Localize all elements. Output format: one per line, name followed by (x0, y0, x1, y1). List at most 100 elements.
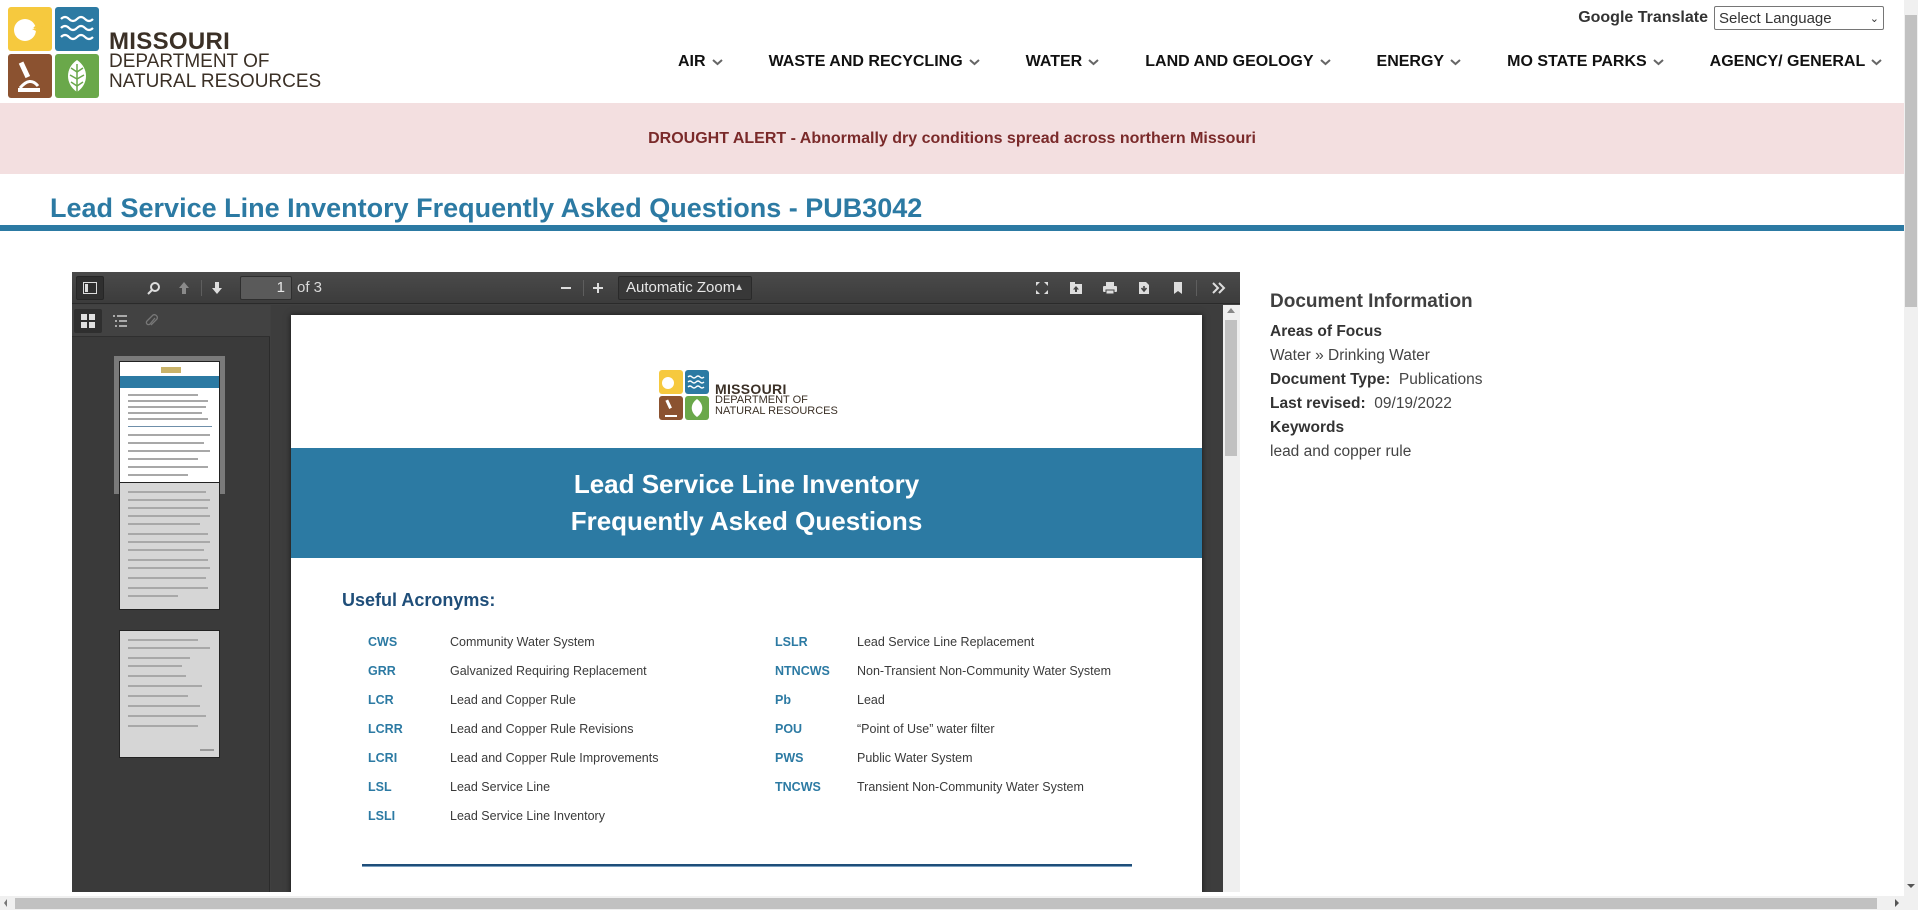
acronym-definition: Lead Service Line Replacement (857, 634, 1035, 649)
pdf-title-line-2: Frequently Asked Questions (570, 506, 923, 536)
acronym: LCR (368, 692, 394, 707)
scroll-left-icon[interactable] (4, 899, 7, 907)
download-button[interactable] (1130, 276, 1158, 300)
pdf-logo-text: MISSOURI DEPARTMENT OF NATURAL RESOURCES (715, 380, 838, 417)
leaf-icon (685, 396, 709, 420)
acronym: LCRI (368, 750, 398, 765)
acronym-definition: Lead and Copper Rule (450, 692, 576, 707)
nav-label: WATER (1025, 53, 1083, 70)
sidebar-tabs (72, 305, 270, 337)
pdf-title-line-1: Lead Service Line Inventory (573, 469, 920, 499)
nav-item-land-and-geology[interactable]: LAND AND GEOLOGY (1145, 53, 1331, 71)
outline-tab[interactable] (106, 309, 134, 333)
thumbnails-tab[interactable] (74, 309, 102, 333)
acronym-row: LSL Lead Service Line (368, 772, 658, 801)
nav-item-water[interactable]: WATER (1026, 53, 1100, 71)
nav-item-air[interactable]: AIR (678, 53, 723, 71)
areas-of-focus-value[interactable]: Water » Drinking Water (1270, 344, 1482, 368)
pdf-logo-line-3: NATURAL RESOURCES (715, 404, 838, 417)
nav-label: AGENCY/ GENERAL (1709, 53, 1866, 70)
double-chevron-right-icon (1212, 282, 1226, 294)
site-header: MISSOURI DEPARTMENT OF NATURAL RESOURCES… (0, 0, 1904, 103)
chevron-down-icon (1653, 58, 1664, 65)
nav-item-waste-and-recycling[interactable]: WASTE AND RECYCLING (769, 53, 980, 71)
updown-arrows-icon: ▲ (734, 282, 744, 293)
page-thumbnail-1[interactable] (114, 356, 225, 494)
pdf-vertical-scrollbar[interactable] (1223, 305, 1240, 892)
title-divider (0, 225, 1904, 231)
nav-item-agency-general[interactable]: AGENCY/ GENERAL (1710, 53, 1883, 71)
attachments-tab[interactable] (138, 309, 166, 333)
acronym-definition: Lead and Copper Rule Improvements (450, 750, 659, 765)
sun-icon (659, 370, 683, 394)
sidebar-toggle-button[interactable] (76, 276, 104, 300)
scroll-up-icon[interactable] (1227, 308, 1235, 313)
thumbnails-icon (81, 314, 95, 328)
sidebar-toggle-icon (83, 282, 97, 294)
page-number-input[interactable]: 1 (240, 276, 292, 300)
alert-link[interactable]: DROUGHT ALERT - Abnormally dry condition… (648, 130, 1256, 148)
pdf-sidebar (72, 305, 270, 892)
language-select[interactable]: Select Language ⌄ (1714, 6, 1884, 30)
nav-label: MO STATE PARKS (1507, 53, 1647, 70)
nav-item-energy[interactable]: ENERGY (1377, 53, 1462, 71)
bookmark-button[interactable] (1164, 276, 1192, 300)
logo-line-3: NATURAL RESOURCES (109, 70, 322, 92)
previous-page-button[interactable] (170, 276, 198, 300)
acronym-row: LCRR Lead and Copper Rule Revisions (368, 714, 658, 743)
chevron-down-icon (1871, 58, 1882, 65)
microscope-icon (8, 54, 52, 98)
scroll-right-icon[interactable] (1895, 899, 1899, 907)
acronym: Pb (775, 692, 791, 707)
chevron-down-icon (1088, 58, 1099, 65)
docinfo-heading: Document Information (1270, 291, 1473, 312)
scroll-down-icon[interactable] (1907, 884, 1915, 888)
pdf-title-banner: Lead Service Line Inventory Frequently A… (291, 448, 1202, 558)
toolbar-separator (201, 280, 202, 296)
fullscreen-icon (1036, 282, 1048, 294)
acronym-definition: Non-Transient Non-Community Water System (857, 663, 1112, 678)
language-select-value: Select Language (1719, 9, 1832, 27)
acronym-definition: Public Water System (857, 750, 973, 765)
acronym: NTNCWS (775, 663, 830, 678)
pdf-document-area[interactable]: MISSOURI DEPARTMENT OF NATURAL RESOURCES… (271, 305, 1240, 892)
document-information: Document Information Areas of Focus Wate… (1270, 290, 1482, 464)
page-thumbnail-2[interactable] (119, 482, 220, 610)
find-button[interactable] (140, 276, 168, 300)
page-horizontal-scrollbar[interactable] (0, 896, 1918, 910)
acronym-definition: Lead (857, 692, 885, 707)
acronyms-left-column: CWS Community Water System GRR Galvanized … (368, 627, 658, 830)
zoom-select[interactable]: Automatic Zoom ▲ (618, 276, 752, 300)
acronyms-heading: Useful Acronyms: (342, 590, 496, 610)
nav-item-mo-state-parks[interactable]: MO STATE PARKS (1507, 53, 1664, 71)
acronym-row: Pb Lead (775, 685, 1111, 714)
acronym-row: CWS Community Water System (368, 627, 658, 656)
scrollbar-thumb[interactable] (15, 898, 1877, 909)
acronym: LSL (368, 779, 392, 794)
print-button[interactable] (1096, 276, 1124, 300)
acronym: PWS (775, 750, 804, 765)
open-file-button[interactable] (1062, 276, 1090, 300)
tools-button[interactable] (1205, 276, 1233, 300)
presentation-mode-button[interactable] (1028, 276, 1056, 300)
scrollbar-thumb[interactable] (1225, 320, 1237, 456)
zoom-out-button[interactable] (552, 276, 580, 300)
sun-icon (8, 7, 52, 51)
waves-icon (685, 370, 709, 394)
site-logo[interactable]: MISSOURI DEPARTMENT OF NATURAL RESOURCES (8, 7, 321, 98)
acronym-definition: Lead and Copper Rule Revisions (450, 721, 634, 736)
chevron-down-icon (1450, 58, 1461, 65)
page-thumbnail-3[interactable] (119, 630, 220, 758)
scrollbar-thumb[interactable] (1905, 15, 1917, 307)
pdf-logo-line-1: MISSOURI (715, 380, 787, 397)
next-page-button[interactable] (203, 276, 231, 300)
page-vertical-scrollbar[interactable] (1904, 0, 1918, 896)
pdf-section-divider (362, 864, 1132, 867)
chevron-down-icon (1319, 58, 1331, 65)
acronym: POU (775, 721, 803, 736)
zoom-in-button[interactable] (584, 276, 612, 300)
minus-icon (561, 287, 571, 289)
download-icon (1139, 282, 1149, 294)
acronym-row: NTNCWS Non-Transient Non-Community Water … (775, 656, 1111, 685)
document-type-value: Publications (1398, 371, 1483, 388)
